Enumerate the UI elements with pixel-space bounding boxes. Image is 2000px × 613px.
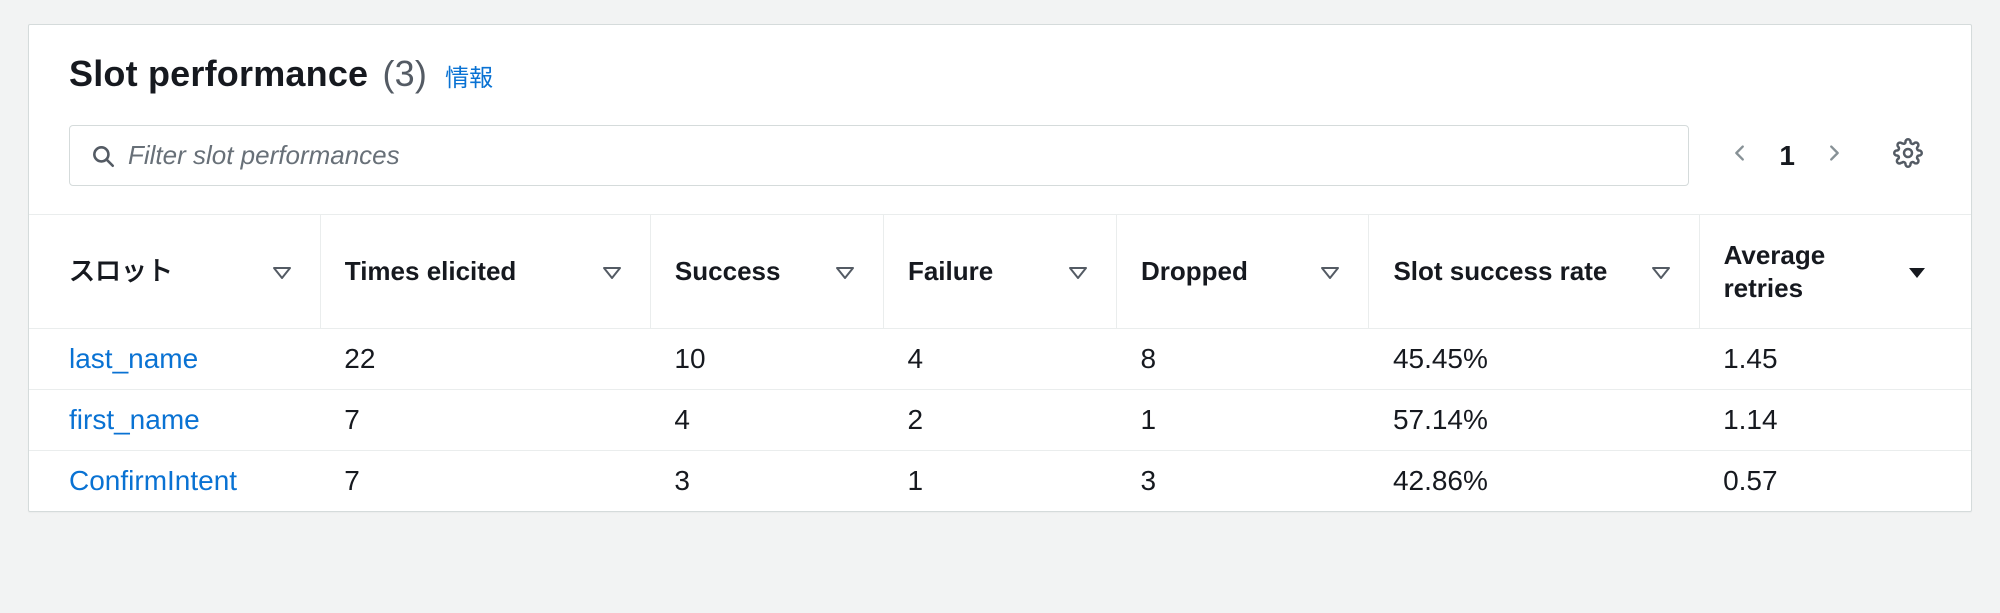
cell-average-retries: 1.14 — [1699, 390, 1971, 451]
table-row: first_name 7 4 2 1 57.14% 1.14 — [29, 390, 1971, 451]
slot-name-link[interactable]: first_name — [29, 390, 320, 451]
cell-slot-success-rate: 42.86% — [1369, 451, 1699, 512]
column-header-times-elicited[interactable]: Times elicited — [320, 215, 650, 329]
sort-button-success[interactable] — [835, 256, 859, 287]
table-row: last_name 22 10 4 8 45.45% 1.45 — [29, 329, 1971, 390]
caret-down-solid-icon — [1907, 256, 1927, 287]
column-header-failure[interactable]: Failure — [883, 215, 1116, 329]
column-header-average-retries[interactable]: Average retries — [1699, 215, 1971, 329]
caret-down-outline-icon — [835, 256, 855, 287]
column-label: Times elicited — [345, 255, 517, 288]
column-label: Failure — [908, 255, 993, 288]
cell-average-retries: 0.57 — [1699, 451, 1971, 512]
panel-title: Slot performance (3) — [69, 53, 427, 95]
sort-button-average-retries[interactable] — [1907, 256, 1931, 287]
column-label: Dropped — [1141, 255, 1248, 288]
slot-performance-table: スロット Times elicited — [29, 214, 1971, 511]
sort-button-slot-success-rate[interactable] — [1651, 256, 1675, 287]
table-settings-button[interactable] — [1885, 133, 1931, 179]
sort-button-failure[interactable] — [1068, 256, 1092, 287]
cell-dropped: 8 — [1116, 329, 1368, 390]
cell-success: 4 — [650, 390, 883, 451]
table-header-row: スロット Times elicited — [29, 215, 1971, 329]
sort-button-slot[interactable] — [272, 256, 296, 287]
caret-down-outline-icon — [1320, 256, 1340, 287]
column-header-success[interactable]: Success — [650, 215, 883, 329]
slot-name-link[interactable]: ConfirmIntent — [29, 451, 320, 512]
next-page-button[interactable] — [1817, 133, 1851, 179]
cell-times-elicited: 7 — [320, 451, 650, 512]
cell-failure: 4 — [883, 329, 1116, 390]
cell-times-elicited: 22 — [320, 329, 650, 390]
cell-times-elicited: 7 — [320, 390, 650, 451]
chevron-right-icon — [1823, 138, 1845, 173]
cell-failure: 1 — [883, 451, 1116, 512]
column-header-slot-success-rate[interactable]: Slot success rate — [1369, 215, 1699, 329]
column-label: Success — [675, 255, 781, 288]
cell-slot-success-rate: 57.14% — [1369, 390, 1699, 451]
cell-dropped: 3 — [1116, 451, 1368, 512]
search-input[interactable] — [128, 140, 1668, 171]
cell-dropped: 1 — [1116, 390, 1368, 451]
toolbar: 1 — [29, 105, 1971, 214]
cell-slot-success-rate: 45.45% — [1369, 329, 1699, 390]
search-field[interactable] — [69, 125, 1689, 186]
caret-down-outline-icon — [1068, 256, 1088, 287]
prev-page-button[interactable] — [1723, 133, 1757, 179]
column-header-slot[interactable]: スロット — [29, 215, 320, 329]
gear-icon — [1893, 138, 1923, 173]
sort-button-times-elicited[interactable] — [602, 256, 626, 287]
slot-name-link[interactable]: last_name — [29, 329, 320, 390]
info-link[interactable]: 情報 — [445, 58, 493, 93]
cell-failure: 2 — [883, 390, 1116, 451]
cell-average-retries: 1.45 — [1699, 329, 1971, 390]
panel-title-text: Slot performance — [69, 53, 368, 94]
cell-success: 10 — [650, 329, 883, 390]
sort-button-dropped[interactable] — [1320, 256, 1344, 287]
table-row: ConfirmIntent 7 3 1 3 42.86% 0.57 — [29, 451, 1971, 512]
column-label: Average retries — [1724, 239, 1893, 304]
pagination: 1 — [1713, 133, 1861, 179]
cell-success: 3 — [650, 451, 883, 512]
current-page: 1 — [1779, 140, 1795, 172]
search-icon — [90, 143, 116, 169]
slot-performance-panel: Slot performance (3) 情報 1 — [28, 24, 1972, 512]
caret-down-outline-icon — [602, 256, 622, 287]
caret-down-outline-icon — [272, 256, 292, 287]
panel-count: (3) — [382, 53, 427, 94]
caret-down-outline-icon — [1651, 256, 1671, 287]
panel-header: Slot performance (3) 情報 — [29, 25, 1971, 105]
column-label: Slot success rate — [1393, 255, 1607, 288]
chevron-left-icon — [1729, 138, 1751, 173]
column-header-dropped[interactable]: Dropped — [1116, 215, 1368, 329]
column-label: スロット — [69, 255, 173, 288]
